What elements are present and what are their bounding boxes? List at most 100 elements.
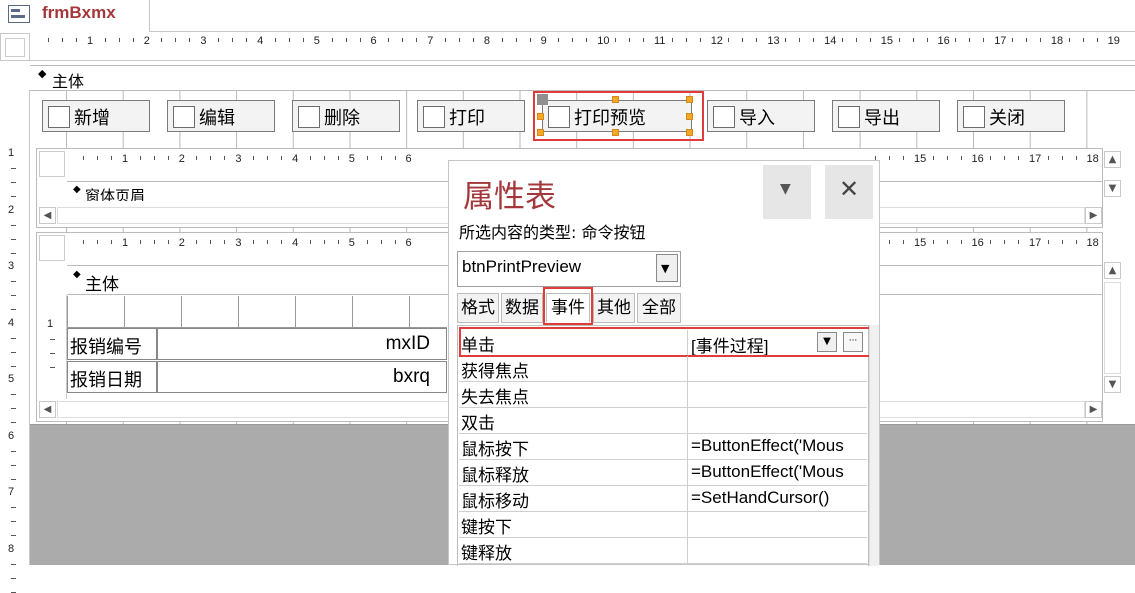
property-row-mouse-up[interactable]: 鼠标释放 =ButtonEffect('Mous <box>459 460 867 486</box>
ruler-tick-mark <box>153 156 155 160</box>
ruler-tick-mark <box>337 156 339 160</box>
selection-move-handle[interactable] <box>537 94 548 105</box>
ruler-tick-label: 2 <box>8 203 15 216</box>
close-button[interactable]: 关闭 <box>957 100 1065 132</box>
ruler-tick-mark <box>960 240 962 244</box>
tab-format[interactable]: 格式 <box>457 293 499 323</box>
field-label-box[interactable]: 报销编号 <box>67 328 157 360</box>
bxrq-textbox[interactable]: bxrq <box>157 361 447 393</box>
tab-all[interactable]: 全部 <box>637 293 681 323</box>
button-checkbox-icon <box>713 106 735 128</box>
object-selector[interactable]: btnPrintPreview ▼ <box>457 251 681 287</box>
scroll-left-button[interactable]: ◀ <box>39 401 56 418</box>
scroll-up-button[interactable]: ▲ <box>1104 262 1121 279</box>
property-row-got-focus[interactable]: 获得焦点 <box>459 356 867 382</box>
ruler-tick-mark <box>501 38 503 42</box>
tab-other[interactable]: 其他 <box>593 293 635 323</box>
property-value[interactable]: =ButtonEffect('Mous <box>691 462 867 482</box>
ruler-tick-mark <box>903 156 904 160</box>
tab-data-label: 数据 <box>505 298 539 318</box>
selection-type-value: 命令按钮 <box>581 223 646 242</box>
edit-button[interactable]: 编辑 <box>167 100 275 132</box>
resize-handle[interactable] <box>537 113 544 120</box>
scroll-right-button[interactable]: ▶ <box>1085 401 1102 418</box>
resize-handle[interactable] <box>686 96 693 103</box>
ruler-tick-label: 18 <box>1050 35 1064 47</box>
delete-button[interactable]: 删除 <box>292 100 400 132</box>
resize-handle[interactable] <box>686 113 693 120</box>
scroll-right-button[interactable]: ▶ <box>1085 207 1102 224</box>
property-sheet-dropdown-button[interactable]: ▼ <box>763 165 811 219</box>
property-sheet-close-button[interactable]: ✕ <box>825 165 873 219</box>
ruler-tick-label: 5 <box>348 153 355 165</box>
scroll-left-button[interactable]: ◀ <box>39 207 56 224</box>
property-row-key-down[interactable]: 键按下 <box>459 512 867 538</box>
ruler-tick-label: 5 <box>348 237 355 249</box>
chevron-down-icon[interactable]: ▼ <box>656 254 678 282</box>
property-name: 鼠标移动 <box>461 492 529 512</box>
ruler-tick-mark <box>728 38 730 42</box>
scroll-down-button[interactable]: ▼ <box>1104 376 1121 393</box>
ruler-tick-mark <box>167 156 169 160</box>
ruler-corner[interactable] <box>0 33 30 61</box>
property-row-mouse-down[interactable]: 鼠标按下 =ButtonEffect('Mous <box>459 434 867 460</box>
field-label-box[interactable]: 报销日期 <box>67 361 157 393</box>
subform-header-section-label: 窗体页眉 <box>85 187 146 201</box>
edit-button-label: 编辑 <box>199 108 235 129</box>
ruler-tick-mark <box>969 38 971 42</box>
ruler-tick-label: 14 <box>824 35 837 47</box>
ruler-tick-label: 11 <box>654 35 666 47</box>
ruler-tick-mark <box>83 156 84 160</box>
vertical-scrollbar[interactable] <box>1104 282 1121 374</box>
property-row-mouse-move[interactable]: 鼠标移动 =SetHandCursor() <box>459 486 867 512</box>
property-row-key-up[interactable]: 键释放 <box>459 538 867 564</box>
ruler-tick-label: 4 <box>8 316 15 329</box>
property-value[interactable]: =ButtonEffect('Mous <box>691 436 867 456</box>
ruler-tick-mark <box>903 240 904 244</box>
button-checkbox-icon <box>48 106 70 128</box>
scroll-down-button[interactable]: ▼ <box>1104 180 1121 197</box>
ruler-tick-mark <box>11 309 16 310</box>
ruler-tick-mark <box>302 38 304 42</box>
property-sheet-scrollbar[interactable] <box>869 325 879 566</box>
property-row-dbl-click[interactable]: 双击 <box>459 408 867 434</box>
bxrq-control-source: bxrq <box>393 366 430 387</box>
ruler-tick-mark <box>955 38 957 42</box>
subform-ruler-corner[interactable] <box>39 151 65 177</box>
ruler-tick-mark <box>161 38 163 42</box>
scroll-up-button[interactable]: ▲ <box>1104 151 1121 168</box>
print-button[interactable]: 打印 <box>417 100 525 132</box>
property-row-lost-focus[interactable]: 失去焦点 <box>459 382 867 408</box>
ruler-tick-mark <box>281 156 283 160</box>
tab-data[interactable]: 数据 <box>501 293 543 323</box>
export-button[interactable]: 导出 <box>832 100 940 132</box>
ruler-tick-mark <box>472 38 474 42</box>
add-button[interactable]: 新增 <box>42 100 150 132</box>
ruler-tick-mark <box>267 156 269 160</box>
ruler-tick-label: 3 <box>235 153 242 165</box>
subform-detail-section-label: 主体 <box>85 275 119 295</box>
ruler-tick-label: 4 <box>292 237 299 249</box>
ruler-tick-mark <box>48 38 49 42</box>
resize-handle[interactable] <box>612 96 619 103</box>
ruler-tick-mark <box>11 521 16 522</box>
ruler-tick-label: 2 <box>178 153 185 165</box>
document-tab[interactable]: frmBxmx <box>0 0 150 32</box>
ruler-tick-mark <box>97 156 98 160</box>
ruler-tick-label: 15 <box>914 153 927 165</box>
section-marker-icon: ◆ <box>38 67 47 80</box>
resize-handle[interactable] <box>612 129 619 136</box>
detail-section-bar[interactable]: ◆ 主体 <box>30 65 1135 91</box>
ruler-tick-label: 5 <box>313 35 320 47</box>
ruler-tick-mark <box>458 38 460 42</box>
resize-handle[interactable] <box>686 129 693 136</box>
ruler-tick-mark <box>97 240 98 244</box>
subform-ruler-corner[interactable] <box>39 235 65 261</box>
ruler-tick-mark <box>643 38 644 42</box>
mxid-textbox[interactable]: mxID <box>157 328 447 360</box>
property-value[interactable]: =SetHandCursor() <box>691 488 867 508</box>
import-button[interactable]: 导入 <box>707 100 815 132</box>
resize-handle[interactable] <box>537 129 544 136</box>
ruler-tick-mark <box>11 182 16 183</box>
print-button-label: 打印 <box>449 108 485 129</box>
